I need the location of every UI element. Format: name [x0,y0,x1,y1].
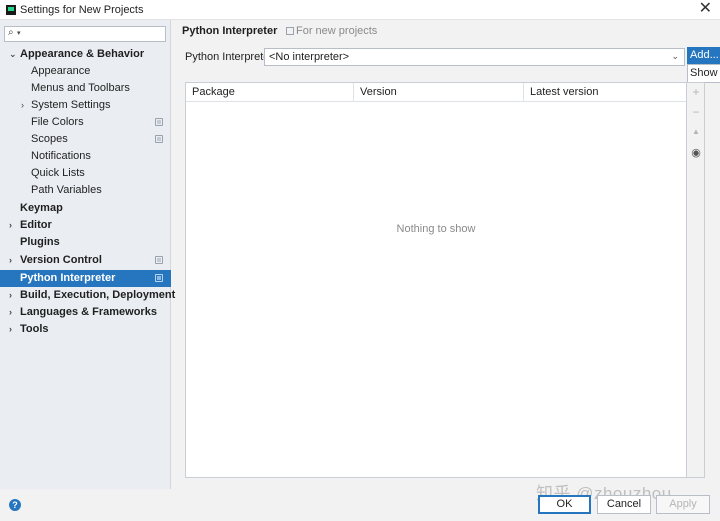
chevron-right-icon[interactable]: › [21,97,24,114]
chevron-right-icon[interactable]: › [9,252,12,269]
sidebar-item-path-variables[interactable]: Path Variables [0,182,171,199]
sidebar-item-menus-toolbars[interactable]: Menus and Toolbars [0,80,171,97]
cancel-button[interactable]: Cancel [597,495,651,514]
sidebar-item-appearance-behavior[interactable]: ⌄ Appearance & Behavior [0,46,171,63]
chevron-right-icon[interactable]: › [9,217,12,234]
chevron-right-icon[interactable]: › [9,321,12,338]
pycharm-app-icon [6,5,16,15]
ok-button[interactable]: OK [538,495,591,514]
sidebar-item-scopes[interactable]: Scopes [0,131,171,148]
upgrade-package-icon[interactable]: ▲ [687,127,705,136]
remove-package-icon[interactable]: − [687,105,705,119]
chevron-down-icon[interactable]: ⌄ [9,46,17,63]
column-header-version[interactable]: Version [353,83,523,102]
column-header-package[interactable]: Package [186,83,353,102]
help-icon[interactable]: ? [9,499,21,511]
empty-state-text: Nothing to show [396,223,476,235]
sidebar-item-system-settings[interactable]: › System Settings [0,97,171,114]
table-header: Package Version Latest version [186,83,686,102]
scope-hint: For new projects [286,25,377,37]
sidebar-item-quick-lists[interactable]: Quick Lists [0,165,171,182]
add-interpreter-button[interactable]: Add... [687,47,720,64]
search-input[interactable]: ⌕ ▾ [4,26,166,42]
apply-button[interactable]: Apply [656,495,710,514]
interpreter-label: Python Interpreter: [185,51,277,63]
chevron-down-icon[interactable]: ⌄ [671,51,679,62]
sidebar-item-keymap[interactable]: Keymap [0,200,171,217]
project-level-icon [155,135,163,143]
packages-table: Package Version Latest version Nothing t… [185,82,687,478]
table-toolbar: + − ▲ ◉ [687,82,705,478]
sidebar-item-file-colors[interactable]: File Colors [0,114,171,131]
title-bar: Settings for New Projects ✕ [0,0,720,20]
window-title: Settings for New Projects [20,4,144,16]
search-dropdown-icon[interactable]: ▾ [17,29,21,37]
scope-label: For new projects [296,25,378,37]
eye-icon[interactable]: ◉ [687,146,705,159]
sidebar-item-build-execution-deployment[interactable]: › Build, Execution, Deployment [0,287,175,304]
sidebar-item-plugins[interactable]: Plugins [0,234,171,251]
sidebar-item-editor[interactable]: › Editor [0,217,171,234]
settings-sidebar: ⌕ ▾ ⌄ Appearance & Behavior Appearance M… [0,20,175,489]
chevron-right-icon[interactable]: › [9,287,12,304]
sidebar-item-python-interpreter[interactable]: Python Interpreter [0,270,171,287]
close-icon[interactable]: ✕ [699,1,712,17]
project-level-icon [155,118,163,126]
sidebar-item-tools[interactable]: › Tools [0,321,171,338]
sidebar-item-notifications[interactable]: Notifications [0,148,171,165]
sidebar-item-version-control[interactable]: › Version Control [0,252,171,269]
search-icon: ⌕ [8,27,14,38]
sidebar-item-appearance[interactable]: Appearance [0,63,171,80]
project-level-icon [155,274,163,282]
show-all-menu-item[interactable]: Show All... [687,64,720,83]
page-title: Python Interpreter [182,25,278,37]
sidebar-item-languages-frameworks[interactable]: › Languages & Frameworks [0,304,171,321]
project-level-icon [155,256,163,264]
interpreter-select[interactable]: <No interpreter> ⌄ [264,48,685,66]
interpreter-value: <No interpreter> [269,51,350,63]
copy-icon [286,27,294,35]
add-package-icon[interactable]: + [687,85,705,99]
chevron-right-icon[interactable]: › [9,304,12,321]
column-header-latest-version[interactable]: Latest version [523,83,686,102]
